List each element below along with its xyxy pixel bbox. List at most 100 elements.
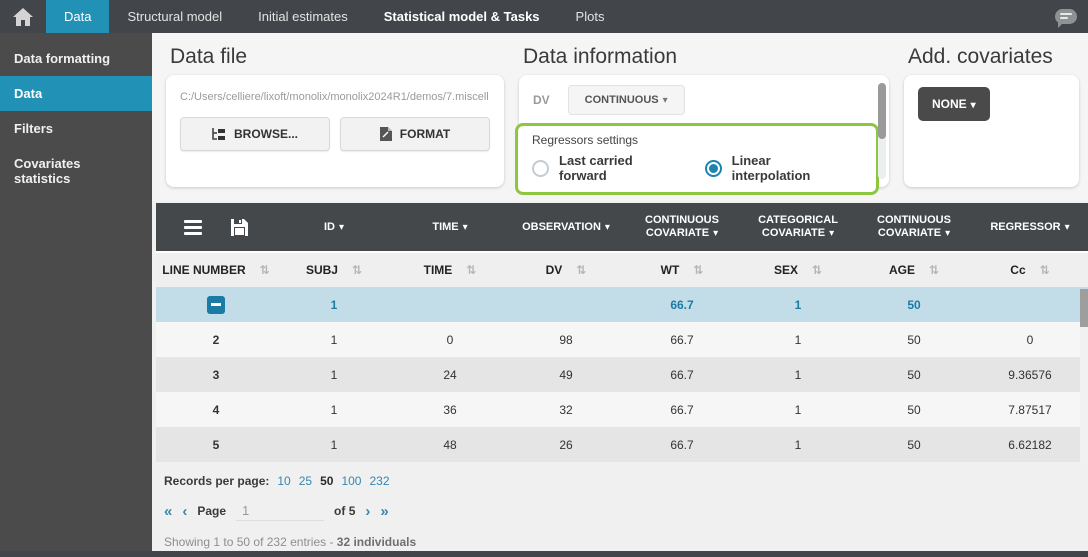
browse-button[interactable]: BROWSE...	[180, 117, 330, 151]
tab-initial-estimates[interactable]: Initial estimates	[240, 0, 366, 33]
sort-icon[interactable]: ⇅	[1040, 263, 1050, 277]
col-header-line-number[interactable]: LINE NUMBER⇅	[156, 263, 276, 277]
regressors-settings-highlight: Regressors settings Last carried forward…	[515, 123, 879, 195]
table-tools-cell	[156, 203, 276, 251]
data-information-section: Data information DV CONTINUOUS▾ Regresso…	[519, 43, 889, 187]
chevron-down-icon: ▾	[605, 222, 610, 233]
type-dropdown-time[interactable]: TIME▾	[392, 221, 508, 234]
table-row[interactable]: 1 66.7 1 50	[156, 287, 1088, 322]
sort-icon[interactable]: ⇅	[812, 263, 822, 277]
tab-statistical-model-tasks[interactable]: Statistical model & Tasks	[366, 0, 558, 33]
collapse-row-button[interactable]	[207, 296, 225, 314]
records-option-25[interactable]: 25	[299, 474, 312, 488]
home-button[interactable]	[0, 0, 46, 33]
last-page-button[interactable]: »	[380, 503, 388, 520]
col-header-time[interactable]: TIME⇅	[392, 263, 508, 277]
content-shell: Data formatting Data Filters Covariates …	[0, 33, 1088, 551]
home-icon	[13, 8, 33, 26]
first-page-button[interactable]: «	[164, 503, 172, 520]
type-dropdown-regressor[interactable]: REGRESSOR▾	[972, 221, 1088, 234]
records-option-10[interactable]: 10	[277, 474, 290, 488]
sort-icon[interactable]: ⇅	[576, 263, 586, 277]
sort-icon[interactable]: ⇅	[929, 263, 939, 277]
records-option-100[interactable]: 100	[341, 474, 361, 488]
chevron-down-icon: ▾	[829, 228, 834, 239]
add-covariates-card: NONE▾	[904, 75, 1079, 187]
chat-bubble-icon	[1055, 9, 1077, 24]
col-header-cc[interactable]: Cc⇅	[972, 263, 1088, 277]
radio-linear-interpolation[interactable]	[705, 160, 722, 177]
format-button[interactable]: FORMAT	[340, 117, 490, 151]
tab-plots[interactable]: Plots	[558, 0, 623, 33]
last-carried-forward-label[interactable]: Last carried forward	[559, 153, 673, 183]
document-edit-icon	[380, 127, 392, 141]
table-row[interactable]: 4 1 36 32 66.7 1 50 7.87517	[156, 392, 1088, 427]
browse-label: BROWSE...	[234, 127, 298, 141]
sidebar-item-covariates-statistics[interactable]: Covariates statistics	[0, 146, 152, 196]
data-information-scrollbar[interactable]	[878, 83, 886, 179]
page-label: Page	[197, 504, 226, 518]
topbar-spacer	[622, 0, 1044, 33]
type-dropdown-categorical-covariate[interactable]: CATEGORICAL COVARIATE▾	[740, 214, 856, 240]
pager: « ‹ Page of 5 › »	[164, 501, 1088, 521]
chevron-down-icon: ▾	[945, 228, 950, 239]
showing-summary: Showing 1 to 50 of 232 entries - 32 indi…	[164, 535, 1088, 549]
col-header-sex[interactable]: SEX⇅	[740, 263, 856, 277]
table-row[interactable]: 3 1 24 49 66.7 1 50 9.36576	[156, 357, 1088, 392]
type-dropdown-continuous-covariate-2[interactable]: CONTINUOUS COVARIATE▾	[856, 214, 972, 240]
tab-structural-model[interactable]: Structural model	[109, 0, 240, 33]
data-table: ID▾ TIME▾ OBSERVATION▾ CONTINUOUS COVARI…	[156, 203, 1088, 462]
col-header-subj[interactable]: SUBJ⇅	[276, 263, 392, 277]
tree-icon	[212, 128, 226, 141]
records-option-50[interactable]: 50	[320, 474, 333, 488]
table-scrollbar[interactable]	[1080, 289, 1088, 464]
radio-last-carried-forward[interactable]	[532, 160, 549, 177]
main-panel: Data file C:/Users/celliere/lixoft/monol…	[152, 33, 1088, 551]
page-number-input[interactable]	[236, 501, 324, 521]
records-per-page: Records per page: 10 25 50 100 232	[164, 474, 1088, 488]
sort-icon[interactable]: ⇅	[466, 263, 476, 277]
dv-type-dropdown[interactable]: CONTINUOUS▾	[568, 85, 685, 115]
column-header-row: LINE NUMBER⇅ SUBJ⇅ TIME⇅ DV⇅ WT⇅ SEX⇅ AG…	[156, 251, 1088, 287]
col-header-age[interactable]: AGE⇅	[856, 263, 972, 277]
table-row[interactable]: 5 1 48 26 66.7 1 50 6.62182	[156, 427, 1088, 462]
sidebar-item-filters[interactable]: Filters	[0, 111, 152, 146]
data-file-buttons: BROWSE... FORMAT	[180, 117, 490, 151]
regressors-options: Last carried forward Linear interpolatio…	[532, 153, 864, 183]
data-file-section: Data file C:/Users/celliere/lixoft/monol…	[166, 43, 504, 187]
previous-page-button[interactable]: ‹	[182, 503, 187, 520]
data-information-title: Data information	[523, 45, 889, 69]
dv-label: DV	[533, 93, 550, 107]
col-header-dv[interactable]: DV⇅	[508, 263, 624, 277]
data-file-card: C:/Users/celliere/lixoft/monolix/monolix…	[166, 75, 504, 187]
add-covariates-dropdown[interactable]: NONE▾	[918, 87, 990, 121]
sort-icon[interactable]: ⇅	[693, 263, 703, 277]
col-header-wt[interactable]: WT⇅	[624, 263, 740, 277]
table-row[interactable]: 2 1 0 98 66.7 1 50 0	[156, 322, 1088, 357]
sort-icon[interactable]: ⇅	[352, 263, 362, 277]
type-dropdown-continuous-covariate-1[interactable]: CONTINUOUS COVARIATE▾	[624, 214, 740, 240]
sort-icon[interactable]: ⇅	[260, 263, 270, 277]
page-count-label: of 5	[334, 504, 355, 518]
scrollbar-thumb[interactable]	[878, 83, 886, 139]
chevron-down-icon: ▾	[339, 222, 344, 233]
save-icon[interactable]	[231, 219, 248, 236]
type-dropdown-id[interactable]: ID▾	[276, 221, 392, 234]
dv-row: DV CONTINUOUS▾	[533, 85, 871, 115]
linear-interpolation-label[interactable]: Linear interpolation	[732, 153, 842, 183]
sidebar-item-data-formatting[interactable]: Data formatting	[0, 41, 152, 76]
top-navigation-bar: Data Structural model Initial estimates …	[0, 0, 1088, 33]
scrollbar-thumb[interactable]	[1080, 289, 1088, 327]
next-page-button[interactable]: ›	[365, 503, 370, 520]
sidebar-item-data[interactable]: Data	[0, 76, 152, 111]
type-dropdown-observation[interactable]: OBSERVATION▾	[508, 221, 624, 234]
table-footer: Records per page: 10 25 50 100 232 « ‹ P…	[152, 462, 1088, 551]
add-covariates-section: Add. covariates NONE▾	[904, 43, 1079, 187]
column-type-header-row: ID▾ TIME▾ OBSERVATION▾ CONTINUOUS COVARI…	[156, 203, 1088, 251]
menu-icon[interactable]	[184, 220, 202, 235]
records-option-232[interactable]: 232	[369, 474, 389, 488]
window-bottom-edge	[0, 551, 1088, 557]
feedback-button[interactable]	[1044, 0, 1088, 33]
tab-data[interactable]: Data	[46, 0, 109, 33]
monolix-window: Data Structural model Initial estimates …	[0, 0, 1088, 557]
